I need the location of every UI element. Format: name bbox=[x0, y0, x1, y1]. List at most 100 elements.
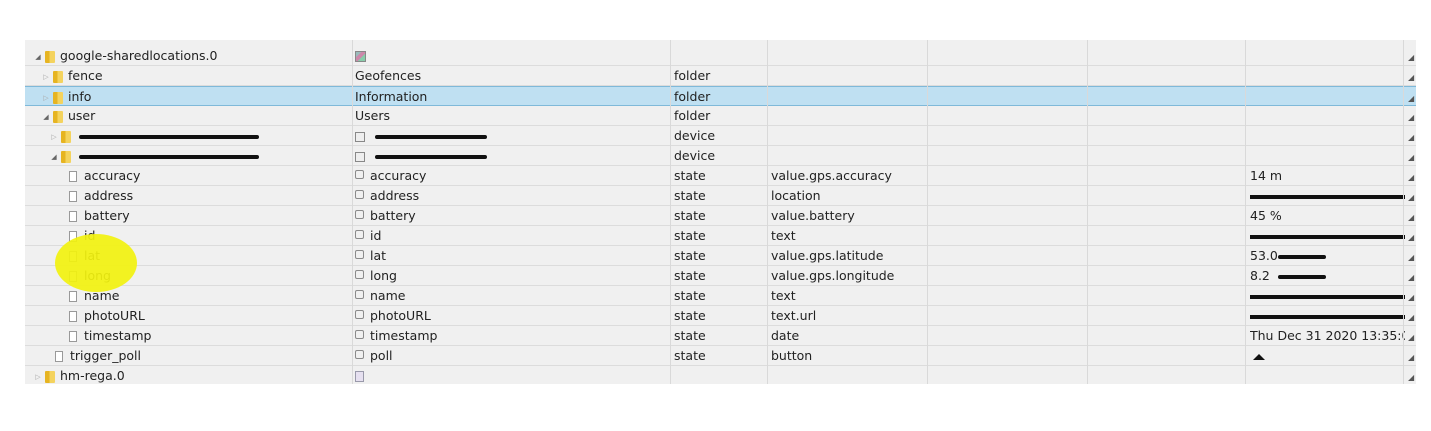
room-cell[interactable] bbox=[931, 126, 1087, 146]
edit-icon[interactable]: ◢ bbox=[1408, 373, 1414, 382]
table-row[interactable]: ▷ fence Geofences folder ◢ bbox=[25, 66, 1416, 86]
edit-icon[interactable]: ◢ bbox=[1408, 73, 1414, 82]
edit-icon[interactable]: ◢ bbox=[1408, 353, 1414, 362]
value-cell[interactable]: 8.2 bbox=[1250, 266, 1405, 286]
collapse-icon[interactable]: ◢ bbox=[49, 147, 59, 167]
room-cell[interactable] bbox=[931, 366, 1087, 384]
value-cell[interactable] bbox=[1250, 66, 1405, 86]
room-cell[interactable] bbox=[931, 306, 1087, 326]
function-cell[interactable] bbox=[1091, 66, 1245, 86]
trigger-button-icon[interactable] bbox=[1253, 353, 1265, 360]
function-cell[interactable] bbox=[1091, 126, 1245, 146]
table-row[interactable]: battery battery state value.battery 45 % ◢ bbox=[25, 206, 1416, 226]
function-cell[interactable] bbox=[1091, 366, 1245, 384]
function-cell[interactable] bbox=[1091, 226, 1245, 246]
room-cell[interactable] bbox=[931, 246, 1087, 266]
value-cell[interactable] bbox=[1250, 226, 1405, 246]
tree-name-cell[interactable]: accuracy bbox=[25, 166, 395, 186]
expand-icon[interactable]: ▷ bbox=[49, 127, 59, 147]
room-cell[interactable] bbox=[931, 146, 1087, 166]
expand-icon[interactable]: ▷ bbox=[41, 88, 51, 108]
room-cell[interactable] bbox=[931, 266, 1087, 286]
value-cell[interactable]: 14 m bbox=[1250, 166, 1405, 186]
table-row[interactable]: latlatstatevalue.gps.latitude53.0◢ bbox=[25, 246, 1416, 266]
function-cell[interactable] bbox=[1091, 266, 1245, 286]
value-cell[interactable] bbox=[1250, 146, 1405, 166]
value-cell[interactable] bbox=[1250, 366, 1405, 384]
function-cell[interactable] bbox=[1091, 326, 1245, 346]
tree-name-cell[interactable]: ▷ bbox=[25, 126, 375, 146]
function-cell[interactable] bbox=[1091, 186, 1245, 206]
room-cell[interactable] bbox=[931, 326, 1087, 346]
table-row[interactable]: ididstatetext◢ bbox=[25, 226, 1416, 246]
table-row[interactable]: ◢ google-sharedlocations.0 ◢ bbox=[25, 46, 1416, 66]
tree-name-cell[interactable]: ◢ user bbox=[25, 106, 367, 126]
value-cell[interactable]: Thu Dec 31 2020 13:35:00 bbox=[1250, 326, 1405, 346]
edit-icon[interactable]: ◢ bbox=[1408, 313, 1414, 322]
function-cell[interactable] bbox=[1091, 146, 1245, 166]
edit-icon[interactable]: ◢ bbox=[1408, 153, 1414, 162]
room-cell[interactable] bbox=[931, 106, 1087, 126]
tree-name-cell[interactable]: ▷ fence bbox=[25, 66, 367, 86]
room-cell[interactable] bbox=[931, 206, 1087, 226]
room-cell[interactable] bbox=[931, 87, 1087, 107]
function-cell[interactable] bbox=[1091, 286, 1245, 306]
edit-icon[interactable]: ◢ bbox=[1408, 233, 1414, 242]
function-cell[interactable] bbox=[1091, 87, 1245, 107]
room-cell[interactable] bbox=[931, 346, 1087, 366]
table-row[interactable]: ▷ device ◢ bbox=[25, 126, 1416, 146]
edit-icon[interactable]: ◢ bbox=[1408, 333, 1414, 342]
function-cell[interactable] bbox=[1091, 206, 1245, 226]
value-cell[interactable] bbox=[1250, 126, 1405, 146]
expand-icon[interactable]: ▷ bbox=[33, 367, 43, 385]
room-cell[interactable] bbox=[931, 186, 1087, 206]
room-cell[interactable] bbox=[931, 226, 1087, 246]
table-row[interactable]: photoURL photoURL state text.url ◢ bbox=[25, 306, 1416, 326]
tree-name-cell[interactable]: ▷ hm-rega.0 bbox=[25, 366, 359, 384]
value-cell[interactable]: 53.0 bbox=[1250, 246, 1405, 266]
edit-icon[interactable]: ◢ bbox=[1408, 273, 1414, 282]
edit-icon[interactable]: ◢ bbox=[1408, 253, 1414, 262]
function-cell[interactable] bbox=[1091, 46, 1245, 66]
tree-name-cell[interactable]: trigger_poll bbox=[25, 346, 381, 366]
room-cell[interactable] bbox=[931, 286, 1087, 306]
edit-icon[interactable]: ◢ bbox=[1408, 94, 1414, 103]
edit-icon[interactable]: ◢ bbox=[1408, 213, 1414, 222]
tree-name-cell[interactable]: ◢ google-sharedlocations.0 bbox=[25, 46, 359, 66]
value-cell[interactable] bbox=[1250, 346, 1405, 366]
room-cell[interactable] bbox=[931, 166, 1087, 186]
table-row[interactable]: name name state text ◢ bbox=[25, 286, 1416, 306]
edit-icon[interactable]: ◢ bbox=[1408, 113, 1414, 122]
function-cell[interactable] bbox=[1091, 346, 1245, 366]
value-cell[interactable]: 45 % bbox=[1250, 206, 1405, 226]
edit-icon[interactable]: ◢ bbox=[1408, 193, 1414, 202]
room-cell[interactable] bbox=[931, 46, 1087, 66]
table-row[interactable]: trigger_poll poll state button ◢ bbox=[25, 346, 1416, 366]
function-cell[interactable] bbox=[1091, 306, 1245, 326]
room-cell[interactable] bbox=[931, 66, 1087, 86]
table-row[interactable]: ▷ info Information folder ◢ bbox=[25, 86, 1416, 106]
table-row[interactable]: timestamp timestamp state date Thu Dec 31 20… bbox=[25, 326, 1416, 346]
tree-name-cell[interactable]: ◢ bbox=[25, 146, 375, 166]
tree-name-cell[interactable]: address bbox=[25, 186, 395, 206]
edit-icon[interactable]: ◢ bbox=[1408, 133, 1414, 142]
value-cell[interactable] bbox=[1250, 286, 1405, 306]
value-cell[interactable] bbox=[1250, 106, 1405, 126]
tree-name-cell[interactable]: ▷ info bbox=[25, 87, 367, 107]
function-cell[interactable] bbox=[1091, 246, 1245, 266]
value-cell[interactable] bbox=[1250, 186, 1405, 206]
edit-icon[interactable]: ◢ bbox=[1408, 53, 1414, 62]
value-cell[interactable] bbox=[1250, 46, 1405, 66]
table-row[interactable]: address address state location ◢ bbox=[25, 186, 1416, 206]
expand-icon[interactable]: ▷ bbox=[41, 67, 51, 87]
tree-name-cell[interactable]: photoURL bbox=[25, 306, 395, 326]
edit-icon[interactable]: ◢ bbox=[1408, 293, 1414, 302]
table-row[interactable]: ◢ device ◢ bbox=[25, 146, 1416, 166]
tree-name-cell[interactable]: timestamp bbox=[25, 326, 395, 346]
function-cell[interactable] bbox=[1091, 106, 1245, 126]
value-cell[interactable] bbox=[1250, 306, 1405, 326]
table-row[interactable]: accuracy accuracy state value.gps.accuracy 1… bbox=[25, 166, 1416, 186]
function-cell[interactable] bbox=[1091, 166, 1245, 186]
value-cell[interactable] bbox=[1250, 87, 1405, 107]
table-row[interactable]: ◢ user Users folder ◢ bbox=[25, 106, 1416, 126]
